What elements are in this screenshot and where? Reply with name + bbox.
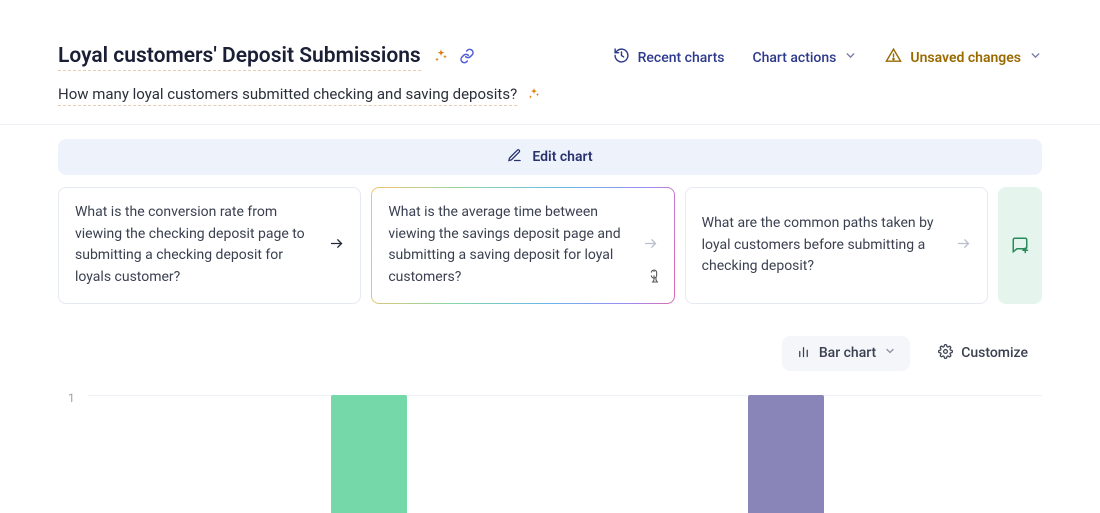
recent-charts-button[interactable]: Recent charts	[613, 47, 725, 68]
suggestion-text: What is the conversion rate from viewing…	[75, 202, 319, 289]
unsaved-changes-button[interactable]: Unsaved changes	[885, 47, 1042, 68]
chart-type-label: Bar chart	[819, 345, 876, 361]
customize-button[interactable]: Customize	[924, 336, 1042, 371]
bar-chart-icon	[796, 344, 811, 363]
page-title[interactable]: Loyal customers' Deposit Submissions	[58, 44, 421, 71]
pencil-icon	[507, 148, 522, 167]
chevron-down-icon	[844, 49, 857, 66]
divider	[0, 124, 1100, 125]
suggestion-card[interactable]: What is the average time between viewing…	[371, 187, 674, 304]
add-suggestion-button[interactable]	[998, 187, 1042, 304]
chat-plus-icon	[1011, 236, 1029, 254]
edit-chart-button[interactable]: Edit chart	[58, 139, 1042, 175]
chevron-down-icon	[1029, 49, 1042, 66]
page-subtitle[interactable]: How many loyal customers submitted check…	[58, 85, 517, 106]
bar-checking[interactable]	[331, 395, 407, 513]
suggestion-card[interactable]: What is the conversion rate from viewing…	[58, 187, 361, 304]
chart-actions-button[interactable]: Chart actions	[752, 49, 857, 66]
customize-label: Customize	[961, 345, 1028, 361]
suggestion-text: What are the common paths taken by loyal…	[702, 213, 946, 278]
warning-icon	[885, 47, 902, 68]
arrow-right-icon	[643, 236, 658, 255]
history-icon	[613, 47, 630, 68]
chart-actions-label: Chart actions	[752, 50, 836, 66]
sparkle-icon	[527, 86, 541, 105]
chart-type-select[interactable]: Bar chart	[782, 336, 910, 371]
sparkle-icon	[433, 48, 449, 68]
link-icon[interactable]	[459, 48, 475, 68]
recent-charts-label: Recent charts	[638, 50, 725, 66]
arrow-right-icon	[956, 236, 971, 255]
bar-saving[interactable]	[748, 395, 824, 513]
suggestion-text: What is the average time between viewing…	[388, 202, 632, 289]
chevron-down-icon	[884, 345, 896, 361]
y-tick-label: 1	[68, 391, 75, 405]
suggestion-card[interactable]: What are the common paths taken by loyal…	[685, 187, 988, 304]
arrow-right-icon	[329, 236, 344, 255]
gear-icon	[938, 344, 953, 363]
edit-chart-label: Edit chart	[532, 149, 592, 165]
unsaved-changes-label: Unsaved changes	[910, 50, 1021, 66]
